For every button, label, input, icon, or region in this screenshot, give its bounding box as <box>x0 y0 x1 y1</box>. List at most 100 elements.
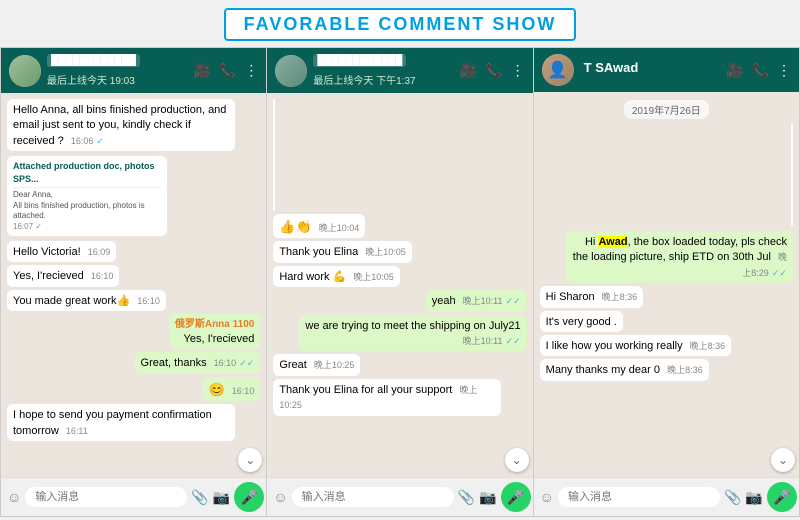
list-item: Attached production doc, photos SPS... D… <box>7 154 167 238</box>
message-time: 晚上10:25 <box>314 360 355 370</box>
search-input[interactable] <box>292 487 454 507</box>
message-text: I hope to send you payment confirmation … <box>13 409 212 436</box>
message-time: 晚上10:05 <box>353 272 394 282</box>
attach-icon-1[interactable]: 📎 <box>191 489 208 506</box>
mic-button-1[interactable]: 🎤 <box>234 482 264 512</box>
list-item: I hope to send you payment confirmation … <box>7 404 235 441</box>
camera-icon-2[interactable]: 📷 <box>479 489 496 506</box>
chat-panel-2: ████████████ 最后上线今天 下午1:37 🎥 📞 ⋮ 晚上9:44 <box>267 48 533 516</box>
message-time: 16:10 <box>232 386 255 396</box>
phone-icon-1[interactable]: 📞 <box>219 62 236 79</box>
message-time: 16:10 <box>214 358 237 368</box>
list-item: Thank you Elina for all your support 晚上1… <box>273 379 501 416</box>
message-text: Thank you Elina <box>279 246 358 258</box>
emoji-icon-2[interactable]: ☺ <box>273 489 287 505</box>
mic-button-2[interactable]: 🎤 <box>501 482 531 512</box>
message-bubble: Hi Awad, the box loaded today, pls check… <box>565 231 793 283</box>
date-badge: 2019年7月26日 <box>624 100 709 119</box>
chat-input-bar-1: ☺ 📎 📷 🎤 <box>1 477 266 516</box>
emoji: 😊 <box>209 382 225 397</box>
message-time: 晚上10:11 <box>463 336 503 346</box>
message-bubble: we are trying to meet the shipping on Ju… <box>299 315 527 352</box>
message-time: 晚上10:11 <box>463 296 503 306</box>
menu-icon-2[interactable]: ⋮ <box>511 62 525 79</box>
camera-icon-3[interactable]: 📷 <box>745 489 762 506</box>
message-text: Hello Anna, all bins finished production… <box>13 104 226 147</box>
header-status-1: 最后上线今天 19:03 <box>47 72 187 87</box>
message-time: 晚上8:36 <box>690 341 726 351</box>
menu-icon-3[interactable]: ⋮ <box>777 62 791 79</box>
list-item: 👍👏 晚上10:04 <box>273 214 365 238</box>
attach-icon-2[interactable]: 📎 <box>458 489 475 506</box>
message-text: Yes, I'recieved <box>13 270 84 282</box>
message-time: 16:06 <box>71 136 94 146</box>
image-grid: 晚上9:44 晚上9:44 晚上9:44 +6 <box>273 99 275 211</box>
header-info-3: T SAwad <box>580 59 720 81</box>
list-item: 俄罗斯Anna 1100 Yes, I'recieved <box>169 314 260 349</box>
message-bubble: I like how you working really 晚上8:36 <box>540 335 732 356</box>
highlighted-name: Awad <box>598 236 627 248</box>
header-icons-1[interactable]: 🎥 📞 ⋮ <box>193 62 258 79</box>
message-text: yeah <box>432 295 456 307</box>
header-title-box: FAVORABLE COMMENT SHOW <box>224 8 577 41</box>
message-text: we are trying to meet the shipping on Ju… <box>305 320 520 332</box>
list-item: Many thanks my dear 0 晚上8:36 <box>540 359 709 380</box>
header-icons-3[interactable]: 🎥 📞 ⋮ <box>726 62 791 79</box>
avatar-2 <box>275 55 307 87</box>
message-time: 16:10 <box>137 296 160 306</box>
message-bubble: Great, thanks 16:10 ✓✓ <box>135 352 261 373</box>
list-item: Yes, I'recieved 16:10 <box>7 265 119 286</box>
header-info-2: ████████████ 最后上线今天 下午1:37 <box>313 54 453 87</box>
message-bubble: Great 晚上10:25 <box>273 354 360 375</box>
message-bubble: Hard work 💪 晚上10:05 <box>273 266 399 287</box>
scroll-down-button[interactable]: ⌄ <box>505 448 529 472</box>
search-input[interactable] <box>558 487 720 507</box>
attach-icon-3[interactable]: 📎 <box>724 489 741 506</box>
message-text: I like how you working really <box>546 340 683 352</box>
message-text: Great, thanks <box>141 357 207 369</box>
list-item: It's very good . <box>540 311 623 332</box>
avatar-1 <box>9 55 41 87</box>
doc-content: Dear Anna, All bins finished production,… <box>13 190 161 232</box>
list-item: You made great work👍 16:10 <box>7 290 166 311</box>
menu-icon-1[interactable]: ⋮ <box>244 62 258 79</box>
phone-icon-3[interactable]: 📞 <box>752 62 769 79</box>
emoji-icon-3[interactable]: ☺ <box>540 489 554 505</box>
header-icons-2[interactable]: 🎥 📞 ⋮ <box>460 62 525 79</box>
list-item: yeah 晚上10:11 ✓✓ <box>426 290 527 311</box>
search-input[interactable] <box>25 487 187 507</box>
emoji-icon-1[interactable]: ☺ <box>7 489 21 505</box>
scroll-down-button[interactable]: ⌄ <box>771 448 795 472</box>
video-icon-3[interactable]: 🎥 <box>726 62 743 79</box>
chat-header-3: 👤 T SAwad 🎥 📞 ⋮ <box>534 48 799 92</box>
list-item: 晚上9:44 晚上9:44 晚上9:44 +6 <box>273 99 275 211</box>
phone-icon-2[interactable]: 📞 <box>485 62 502 79</box>
header-name-2: ████████████ <box>313 54 406 67</box>
mic-button-3[interactable]: 🎤 <box>767 482 797 512</box>
header-name-3: T SAwad <box>580 59 643 76</box>
message-time: 晚上8:36 <box>667 365 703 375</box>
chat-panel-3: 👤 T SAwad 🎥 📞 ⋮ 2019年7月26日 晚上8:29 <box>534 48 799 516</box>
message-text-prefix: Hi <box>585 236 598 248</box>
chat-input-bar-2: ☺ 📎 📷 🎤 <box>267 477 532 516</box>
video-icon-2[interactable]: 🎥 <box>460 62 477 79</box>
message-text: Hello Victoria! <box>13 246 81 258</box>
list-item: Hello Anna, all bins finished production… <box>7 99 235 151</box>
doc-header: Attached production doc, photos SPS... <box>13 160 161 188</box>
video-icon-1[interactable]: 🎥 <box>193 62 210 79</box>
message-bubble: Many thanks my dear 0 晚上8:36 <box>540 359 709 380</box>
message-text: You made great work👍 <box>13 295 130 307</box>
list-item: we are trying to meet the shipping on Ju… <box>299 315 527 352</box>
camera-icon-1[interactable]: 📷 <box>213 489 230 506</box>
message-bubble: Hello Anna, all bins finished production… <box>7 99 235 151</box>
list-item: 晚上8:29 晚上8:29 晚上8:29 +4 <box>791 124 793 228</box>
list-item: Hi Awad, the box loaded today, pls check… <box>565 231 793 283</box>
message-text: Hard work 💪 <box>279 271 346 283</box>
message-bubble: It's very good . <box>540 311 623 332</box>
chat-header-1: ████████████ 最后上线今天 19:03 🎥 📞 ⋮ <box>1 48 266 93</box>
message-tick: ✓✓ <box>772 268 787 278</box>
message-bubble: 😊 16:10 <box>203 377 261 401</box>
message-time: 晚上10:05 <box>365 247 406 257</box>
list-item: Hi Sharon 晚上8:36 <box>540 286 644 307</box>
image-grid-3: 晚上8:29 晚上8:29 晚上8:29 +4 <box>791 124 793 226</box>
